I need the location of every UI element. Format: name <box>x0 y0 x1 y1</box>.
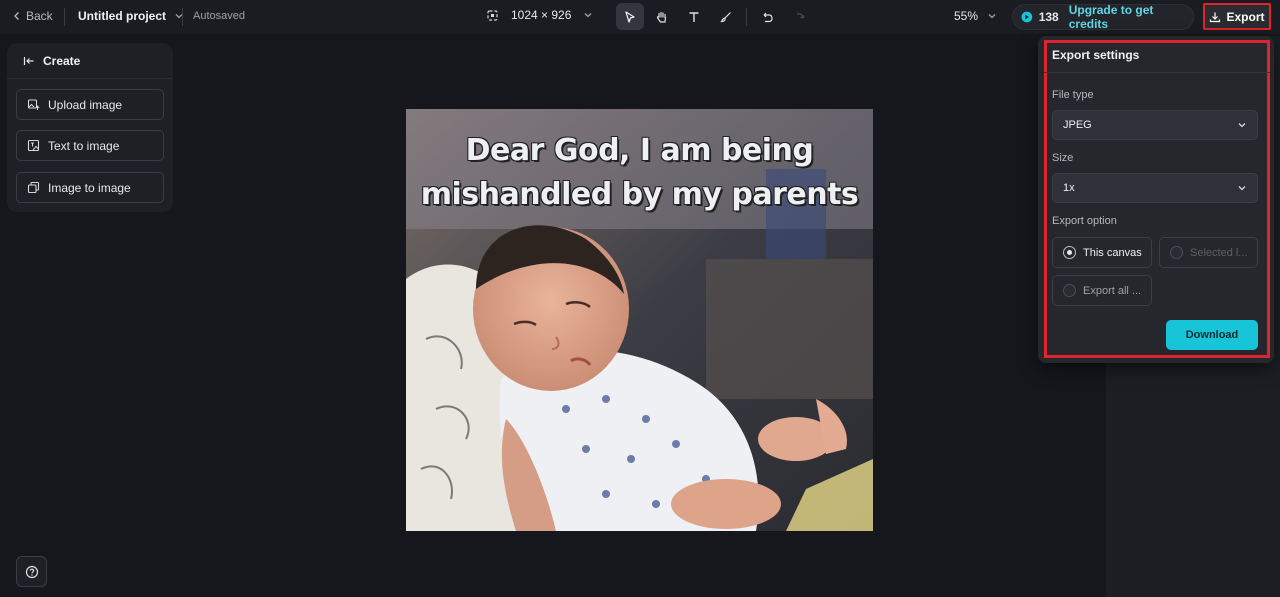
upgrade-link[interactable]: Upgrade to get credits <box>1069 3 1193 31</box>
radio-unselected-icon <box>1063 284 1076 297</box>
brush-icon <box>720 11 731 22</box>
text-tool-icon <box>689 11 699 22</box>
divider <box>1044 72 1270 73</box>
download-button[interactable]: Download <box>1166 320 1258 350</box>
image-to-image-icon <box>27 181 40 194</box>
divider <box>64 8 65 26</box>
size-select[interactable]: 1x <box>1052 173 1258 203</box>
credit-coin-icon <box>1021 11 1033 23</box>
credits-badge[interactable]: 138 Upgrade to get credits <box>1012 3 1194 31</box>
zoom-value: 55% <box>954 9 979 23</box>
file-type-select[interactable]: JPEG <box>1052 110 1258 140</box>
chevron-left-icon <box>14 12 19 20</box>
hand-pan-icon <box>656 11 667 23</box>
export-button[interactable]: Export <box>1203 3 1271 30</box>
option-export-all-label: Export all ... <box>1083 284 1142 297</box>
undo-button[interactable] <box>753 3 781 30</box>
option-export-all[interactable]: Export all ... <box>1052 275 1152 306</box>
upload-image-icon <box>27 99 40 110</box>
option-this-canvas-label: This canvas <box>1083 246 1142 259</box>
export-option-label: Export option <box>1052 215 1117 227</box>
divider <box>746 8 747 26</box>
image-to-image-label: Image to image <box>48 180 131 195</box>
text-tool-button[interactable] <box>680 3 708 30</box>
chevron-down-icon <box>1238 186 1246 191</box>
help-icon <box>25 565 38 578</box>
size-label: Size <box>1052 152 1074 164</box>
export-label: Export <box>1226 9 1265 24</box>
upload-image-button[interactable]: Upload image <box>16 89 164 120</box>
text-to-image-icon <box>27 139 40 152</box>
chevron-down-icon <box>1238 123 1246 128</box>
select-pointer-icon <box>625 10 635 23</box>
redo-button[interactable] <box>785 3 813 30</box>
back-label: Back <box>26 9 53 23</box>
project-name: Untitled project <box>78 9 167 23</box>
export-settings-title: Export settings <box>1052 48 1140 62</box>
download-icon <box>1210 12 1221 22</box>
zoom-dropdown[interactable]: 55% <box>954 9 997 23</box>
create-panel-header[interactable]: Create <box>7 43 173 79</box>
toolbar <box>616 3 813 30</box>
canvas-size-value: 1024 × 926 <box>511 8 572 22</box>
radio-unselected-icon <box>1170 246 1183 259</box>
select-tool-button[interactable] <box>616 3 644 30</box>
credit-count: 138 <box>1038 10 1059 24</box>
option-selected-layers-label: Selected l... <box>1190 246 1248 259</box>
image-to-image-button[interactable]: Image to image <box>16 172 164 203</box>
undo-icon <box>763 12 773 22</box>
top-bar: Back Untitled project Autosaved 1024 × 9… <box>0 0 1280 34</box>
create-panel-title: Create <box>43 53 81 68</box>
collapse-left-icon <box>23 56 34 65</box>
file-type-label: File type <box>1052 89 1094 101</box>
project-name-dropdown[interactable]: Untitled project <box>78 9 184 23</box>
canvas-image[interactable]: Dear God, I am being mishandled by my pa… <box>406 109 873 531</box>
file-type-value: JPEG <box>1063 119 1092 131</box>
chevron-down-icon <box>988 14 996 19</box>
option-this-canvas[interactable]: This canvas <box>1052 237 1152 268</box>
option-selected-layers[interactable]: Selected l... <box>1159 237 1258 268</box>
text-to-image-label: Text to image <box>48 138 120 153</box>
hand-tool-button[interactable] <box>648 3 676 30</box>
resize-icon <box>487 9 498 21</box>
text-to-image-button[interactable]: Text to image <box>16 130 164 161</box>
size-value: 1x <box>1063 182 1075 194</box>
create-panel: Create Upload image Text to image Image … <box>7 43 173 212</box>
brush-tool-button[interactable] <box>712 3 740 30</box>
help-button[interactable] <box>16 556 47 587</box>
divider <box>182 8 183 26</box>
redo-icon <box>796 12 805 19</box>
radio-selected-icon <box>1063 246 1076 259</box>
meme-caption: Dear God, I am being mishandled by my pa… <box>420 133 859 212</box>
canvas-size-dropdown[interactable]: 1024 × 926 <box>486 8 593 22</box>
save-status: Autosaved <box>193 10 245 22</box>
back-button[interactable]: Back <box>12 9 53 23</box>
upload-image-label: Upload image <box>48 97 123 112</box>
chevron-down-icon <box>584 13 592 18</box>
